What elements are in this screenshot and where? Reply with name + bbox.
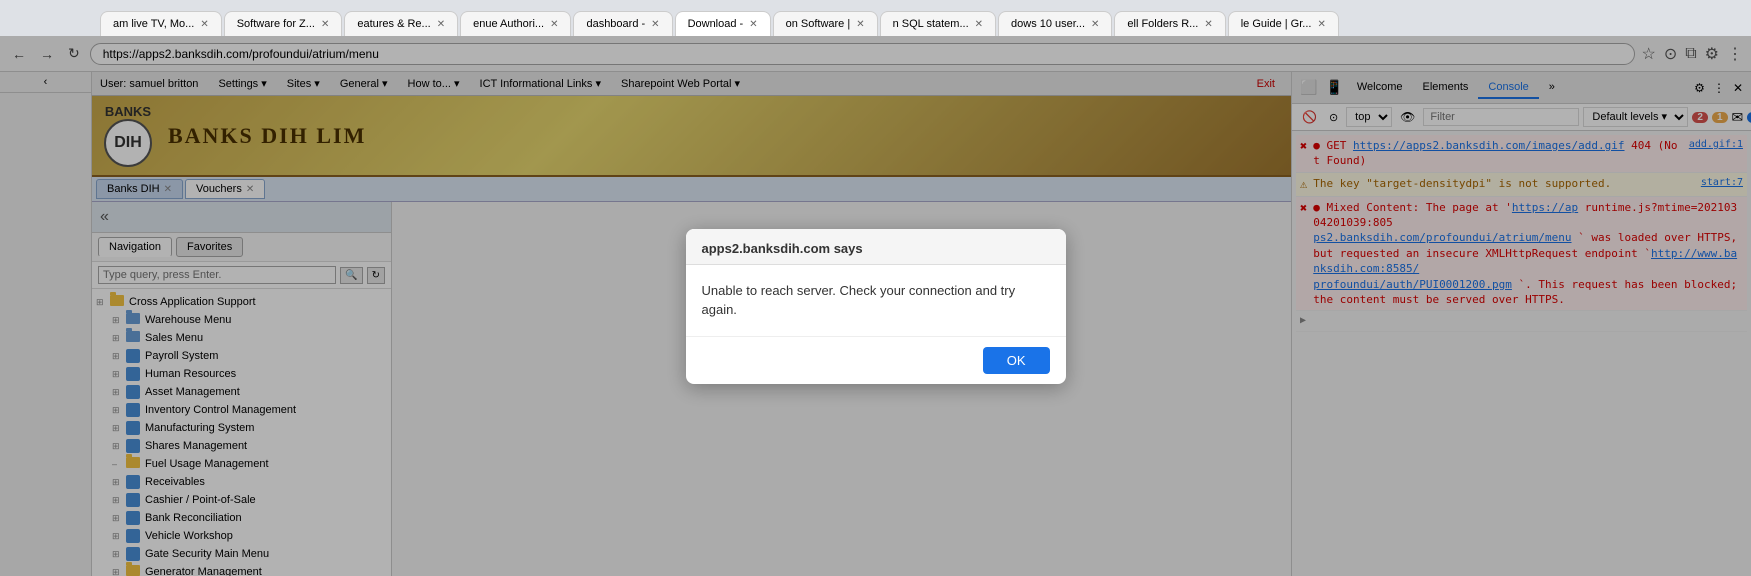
tab-folders[interactable]: ell Folders R... ✕ xyxy=(1114,11,1225,36)
tab-label: dashboard - xyxy=(586,18,645,30)
tab-software[interactable]: Software for Z... ✕ xyxy=(224,11,343,36)
dialog-ok-button[interactable]: OK xyxy=(983,347,1050,374)
close-icon[interactable]: ✕ xyxy=(1091,19,1099,30)
close-icon[interactable]: ✕ xyxy=(651,19,659,30)
tab-guide[interactable]: le Guide | Gr... ✕ xyxy=(1228,11,1339,36)
close-icon[interactable]: ✕ xyxy=(200,19,208,30)
close-icon[interactable]: ✕ xyxy=(321,19,329,30)
dialog-body: Unable to reach server. Check your conne… xyxy=(686,265,1066,336)
tab-label: Download - xyxy=(688,18,744,30)
dialog-message: Unable to reach server. Check your conne… xyxy=(702,283,1016,318)
close-icon[interactable]: ✕ xyxy=(550,19,558,30)
tab-label: am live TV, Mo... xyxy=(113,18,194,30)
dialog-box: apps2.banksdih.com says Unable to reach … xyxy=(686,229,1066,384)
tab-label: enue Authori... xyxy=(473,18,544,30)
tab-label: dows 10 user... xyxy=(1011,18,1085,30)
close-icon[interactable]: ✕ xyxy=(856,19,864,30)
tab-features[interactable]: eatures & Re... ✕ xyxy=(344,11,458,36)
dialog-footer: OK xyxy=(686,336,1066,384)
close-icon[interactable]: ✕ xyxy=(975,19,983,30)
tab-label: ell Folders R... xyxy=(1127,18,1198,30)
tab-label: n SQL statem... xyxy=(893,18,969,30)
close-icon[interactable]: ✕ xyxy=(1317,19,1325,30)
dialog-header: apps2.banksdih.com says xyxy=(686,229,1066,265)
dialog-title: apps2.banksdih.com says xyxy=(702,241,863,256)
close-icon[interactable]: ✕ xyxy=(1204,19,1212,30)
tab-label: eatures & Re... xyxy=(357,18,430,30)
tab-revenue[interactable]: enue Authori... ✕ xyxy=(460,11,571,36)
browser-tab-bar: am live TV, Mo... ✕ Software for Z... ✕ … xyxy=(0,0,1751,36)
tab-label: on Software | xyxy=(786,18,851,30)
tab-windows[interactable]: dows 10 user... ✕ xyxy=(998,11,1112,36)
tab-on-software[interactable]: on Software | ✕ xyxy=(773,11,878,36)
tab-label: le Guide | Gr... xyxy=(1241,18,1312,30)
close-icon[interactable]: ✕ xyxy=(749,19,757,30)
dialog-overlay: apps2.banksdih.com says Unable to reach … xyxy=(0,36,1751,576)
tab-live-tv[interactable]: am live TV, Mo... ✕ xyxy=(100,11,222,36)
tab-download[interactable]: Download - ✕ xyxy=(675,11,771,36)
tab-label: Software for Z... xyxy=(237,18,315,30)
close-icon[interactable]: ✕ xyxy=(437,19,445,30)
tab-dashboard[interactable]: dashboard - ✕ xyxy=(573,11,672,36)
tab-sql[interactable]: n SQL statem... ✕ xyxy=(880,11,996,36)
